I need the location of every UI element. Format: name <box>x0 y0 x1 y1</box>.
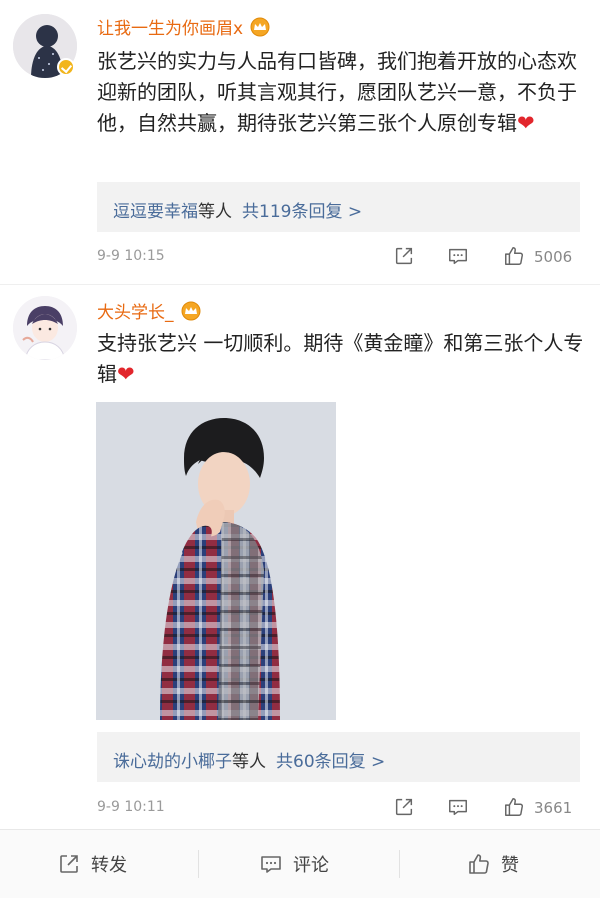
crown-icon <box>181 301 201 321</box>
share-icon <box>57 852 81 876</box>
comment-meta: 9-9 10:11 3661 <box>97 796 580 820</box>
username[interactable]: 大头学长_ <box>97 298 201 323</box>
like-icon[interactable] <box>503 796 525 818</box>
divider <box>198 850 199 878</box>
timestamp: 9-9 10:15 <box>97 248 165 264</box>
bottom-action-bar: 转发 评论 赞 <box>0 829 600 898</box>
divider <box>399 850 400 878</box>
comment-icon[interactable] <box>447 245 469 267</box>
heart-emoji: ❤ <box>517 111 535 135</box>
comment-meta: 9-9 10:15 5006 <box>97 245 580 269</box>
timestamp: 9-9 10:11 <box>97 799 165 815</box>
comment-item: 大头学长_ 支持张艺兴 一切顺利。期待《黄金瞳》和第三张个人专辑❤ 诛心劫的小椰… <box>0 284 600 829</box>
comment-text: 支持张艺兴 一切顺利。期待《黄金瞳》和第三张个人专辑❤ <box>97 331 584 386</box>
comment-icon <box>259 852 283 876</box>
comment-button[interactable]: 评论 <box>259 850 329 878</box>
comment-text: 张艺兴的实力与人品有口皆碑，我们抱着开放的心态欢迎新的团队，听其言观其行，愿团队… <box>97 49 577 135</box>
share-button[interactable]: 转发 <box>57 850 127 878</box>
comment-photo[interactable] <box>96 402 336 720</box>
share-icon[interactable] <box>393 796 415 818</box>
replies-link[interactable]: 诛心劫的小椰子等人 共60条回复 > <box>97 732 580 782</box>
avatar[interactable] <box>13 296 77 360</box>
share-icon[interactable] <box>393 245 415 267</box>
like-icon[interactable] <box>503 245 525 267</box>
replies-link[interactable]: 逗逗要幸福等人 共119条回复 > <box>97 182 580 232</box>
verified-badge-icon <box>57 58 75 76</box>
crown-icon <box>250 17 270 37</box>
heart-emoji: ❤ <box>117 362 135 386</box>
like-button[interactable]: 赞 <box>467 850 519 878</box>
like-icon <box>467 852 491 876</box>
comment-icon[interactable] <box>447 796 469 818</box>
username[interactable]: 让我一生为你画眉x <box>97 14 270 39</box>
like-count[interactable]: 3661 <box>534 799 572 817</box>
comment-item: 让我一生为你画眉x 张艺兴的实力与人品有口皆碑，我们抱着开放的心态欢迎新的团队，… <box>0 0 600 284</box>
like-count[interactable]: 5006 <box>534 248 572 266</box>
